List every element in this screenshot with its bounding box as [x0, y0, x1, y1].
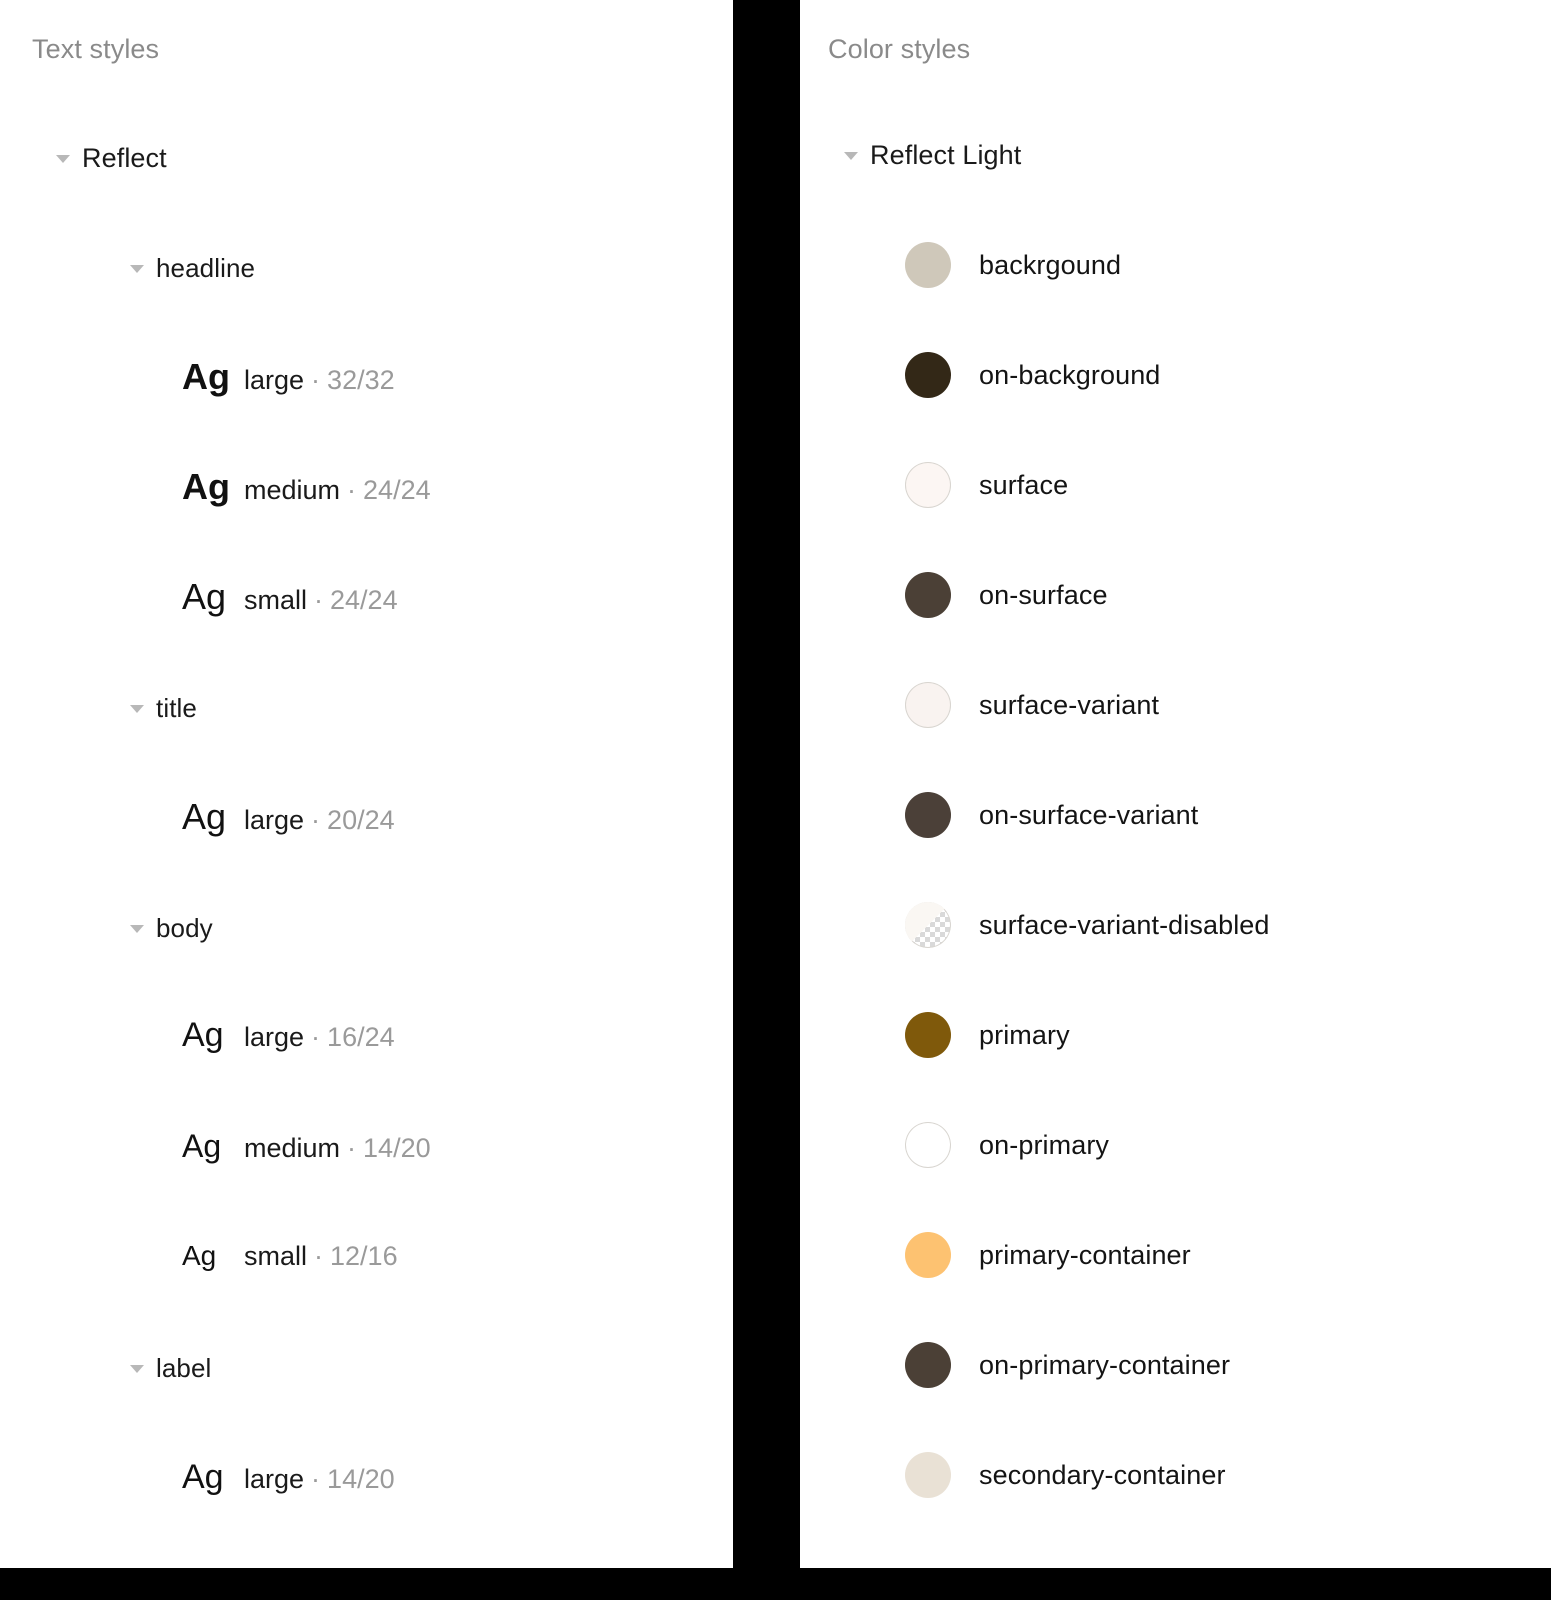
text-style-name: large	[244, 1464, 305, 1494]
tree-group-reflect[interactable]: Reflect	[52, 138, 167, 178]
tree-group-label: label	[156, 1352, 212, 1383]
color-name: on-primary-container	[979, 1349, 1231, 1380]
color-name: on-background	[979, 359, 1161, 390]
color-row[interactable]: secondary-container	[905, 1452, 1226, 1498]
text-style-row[interactable]: Ag small · 12/16	[182, 1240, 398, 1272]
ag-specimen: Ag	[182, 796, 227, 837]
color-swatch	[905, 462, 951, 508]
text-style-name: medium	[244, 475, 341, 505]
text-style-metrics: 24/24	[330, 585, 398, 615]
color-swatch	[905, 1232, 951, 1278]
tree-group-label: title	[156, 692, 197, 723]
separator-dot: ·	[311, 1022, 321, 1052]
color-swatch	[905, 352, 951, 398]
separator-dot: ·	[347, 1133, 357, 1163]
tree-group-headline[interactable]: headline	[126, 248, 255, 288]
color-swatch	[905, 792, 951, 838]
color-row[interactable]: primary-container	[905, 1232, 1191, 1278]
separator-dot: ·	[314, 1241, 324, 1271]
text-style-name: medium	[244, 1133, 341, 1163]
color-row[interactable]: surface-variant-disabled	[905, 902, 1270, 948]
text-style-row[interactable]: Ag medium · 14/20	[182, 1128, 431, 1165]
tree-group-body[interactable]: body	[126, 908, 213, 948]
text-style-name: large	[244, 805, 305, 835]
text-style-row[interactable]: Ag large · 16/24	[182, 1016, 395, 1055]
color-row[interactable]: primary	[905, 1012, 1070, 1058]
tree-group-label-group[interactable]: label	[126, 1348, 211, 1388]
chevron-down-icon[interactable]	[126, 1357, 148, 1379]
text-styles-panel-title: Text styles	[32, 34, 160, 64]
color-styles-panel: Color styles Reflect Light backrgound on…	[800, 0, 1551, 1568]
text-style-metrics: 14/20	[363, 1133, 431, 1163]
color-row[interactable]: on-surface	[905, 572, 1108, 618]
ag-specimen: Ag	[182, 466, 230, 507]
chevron-down-icon[interactable]	[126, 697, 148, 719]
color-name: primary-container	[979, 1239, 1191, 1270]
chevron-down-icon[interactable]	[840, 144, 862, 166]
screenshot-root: Text styles Reflect headline Ag large · …	[0, 0, 1551, 1600]
tree-group-label: headline	[156, 252, 256, 283]
color-name: surface-variant	[979, 689, 1160, 720]
ag-specimen: Ag	[182, 576, 227, 617]
color-styles-panel-title: Color styles	[828, 34, 971, 64]
color-swatch-transparent	[905, 902, 951, 948]
text-style-row[interactable]: Ag medium · 24/24	[182, 466, 431, 508]
color-name: surface-variant-disabled	[979, 909, 1270, 940]
text-style-row[interactable]: Ag large · 32/32	[182, 356, 395, 398]
color-row[interactable]: surface-variant	[905, 682, 1159, 728]
color-name: secondary-container	[979, 1459, 1226, 1490]
text-style-metrics: 24/24	[363, 475, 431, 505]
color-row[interactable]: on-primary	[905, 1122, 1109, 1168]
color-name: primary	[979, 1019, 1070, 1050]
text-style-metrics: 16/24	[327, 1022, 395, 1052]
text-style-name: large	[244, 1022, 305, 1052]
color-row[interactable]: backrgound	[905, 242, 1121, 288]
color-row[interactable]: on-primary-container	[905, 1342, 1230, 1388]
color-row[interactable]: surface	[905, 462, 1068, 508]
text-style-metrics: 32/32	[327, 365, 395, 395]
text-style-row[interactable]: Ag large · 14/20	[182, 1458, 395, 1497]
color-name: on-surface	[979, 579, 1108, 610]
ag-specimen: Ag	[182, 1016, 224, 1054]
separator-dot: ·	[314, 585, 324, 615]
color-name: backrgound	[979, 249, 1122, 280]
text-style-metrics: 20/24	[327, 805, 395, 835]
tree-group-title[interactable]: title	[126, 688, 197, 728]
tree-group-label: body	[156, 912, 213, 943]
ag-specimen: Ag	[182, 356, 230, 397]
color-name: surface	[979, 469, 1069, 500]
text-style-metrics: 12/16	[330, 1241, 398, 1271]
color-swatch	[905, 1342, 951, 1388]
text-style-name: small	[244, 585, 308, 615]
chevron-down-icon[interactable]	[126, 917, 148, 939]
color-swatch	[905, 242, 951, 288]
separator-dot: ·	[347, 475, 357, 505]
color-row[interactable]: on-surface-variant	[905, 792, 1198, 838]
color-name: on-surface-variant	[979, 799, 1199, 830]
ag-specimen: Ag	[182, 1128, 222, 1164]
text-style-row[interactable]: Ag small · 24/24	[182, 576, 398, 618]
chevron-down-icon[interactable]	[52, 147, 74, 169]
text-style-metrics: 14/20	[327, 1464, 395, 1494]
separator-dot: ·	[311, 365, 321, 395]
color-swatch	[905, 1122, 951, 1168]
separator-dot: ·	[311, 1464, 321, 1494]
text-style-name: small	[244, 1241, 308, 1271]
tree-group-reflect-light[interactable]: Reflect Light	[840, 135, 1021, 175]
tree-group-label: Reflect Light	[870, 139, 1022, 170]
separator-dot: ·	[311, 805, 321, 835]
color-name: on-primary	[979, 1129, 1110, 1160]
chevron-down-icon[interactable]	[126, 257, 148, 279]
text-style-name: large	[244, 365, 305, 395]
color-swatch	[905, 682, 951, 728]
text-styles-panel: Text styles Reflect headline Ag large · …	[0, 0, 733, 1568]
color-swatch	[905, 1452, 951, 1498]
tree-group-label: Reflect	[82, 142, 167, 173]
ag-specimen: Ag	[182, 1240, 217, 1271]
color-row[interactable]: on-background	[905, 352, 1160, 398]
color-swatch	[905, 1012, 951, 1058]
ag-specimen: Ag	[182, 1458, 224, 1496]
text-style-row[interactable]: Ag large · 20/24	[182, 796, 395, 838]
color-swatch	[905, 572, 951, 618]
